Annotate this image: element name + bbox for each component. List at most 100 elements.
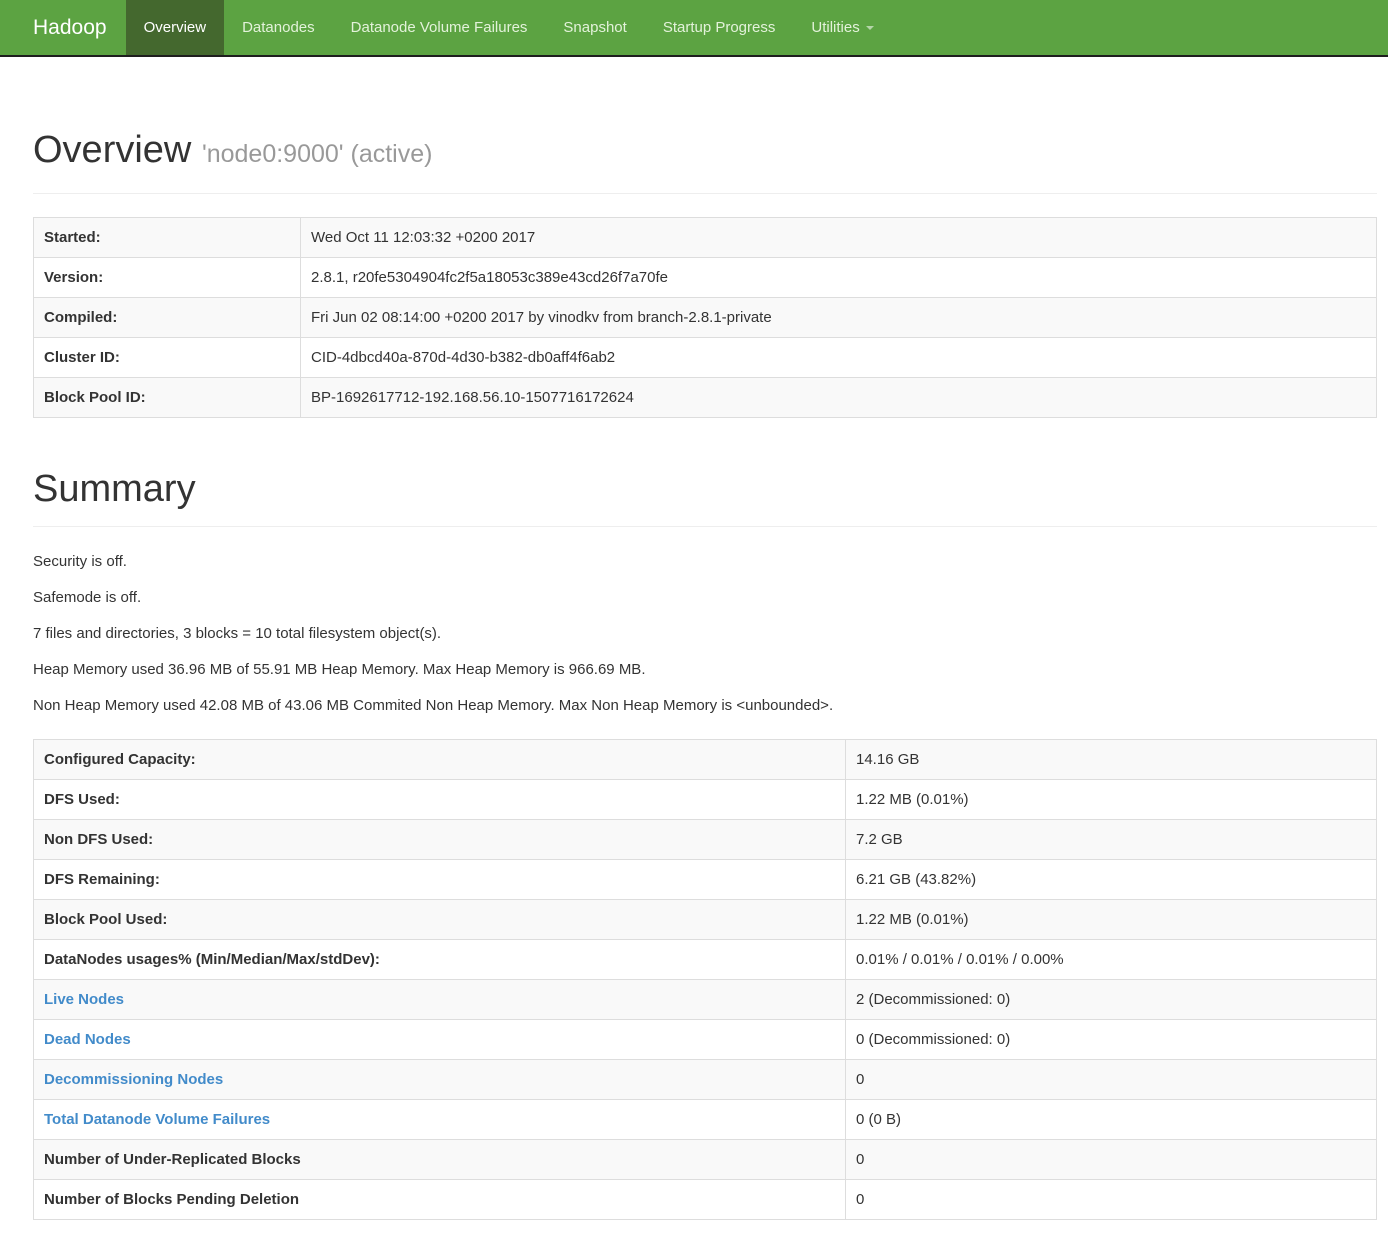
summary-link[interactable]: Live Nodes [44,991,124,1008]
summary-title: Summary [33,466,1377,512]
row-value: 0 [856,1191,864,1208]
brand-logo[interactable]: Hadoop [18,0,122,55]
table-row: Configured Capacity: 14.16 GB [34,740,1377,780]
row-value-cell: 0 (0 B) [846,1100,1377,1140]
nav-item[interactable]: Overview [126,0,225,55]
table-row: Cluster ID: CID-4dbcd40a-870d-4d30-b382-… [34,338,1377,378]
row-label: Version: [44,269,103,286]
row-value: 14.16 GB [856,751,919,768]
overview-table: Started: Wed Oct 11 12:03:32 +0200 2017 … [33,217,1377,418]
row-value: Wed Oct 11 12:03:32 +0200 2017 [311,229,535,246]
top-navbar: Hadoop Overview Datanodes Datanode Volum… [0,0,1388,57]
table-row: Block Pool ID: BP-1692617712-192.168.56.… [34,378,1377,418]
page-title: Overview 'node0:9000' (active) [33,127,1377,177]
row-value: CID-4dbcd40a-870d-4d30-b382-db0aff4f6ab2 [311,349,615,366]
summary-paragraph: 7 files and directories, 3 blocks = 10 t… [33,623,1377,644]
table-row: Compiled: Fri Jun 02 08:14:00 +0200 2017… [34,298,1377,338]
nav-item[interactable]: Snapshot [545,0,644,55]
row-value: 1.22 MB (0.01%) [856,911,969,928]
row-value: 2.8.1, r20fe5304904fc2f5a18053c389e43cd2… [311,269,668,286]
row-value: BP-1692617712-192.168.56.10-150771617262… [311,389,634,406]
row-value-cell: CID-4dbcd40a-870d-4d30-b382-db0aff4f6ab2 [301,338,1377,378]
summary-paragraph: Safemode is off. [33,587,1377,608]
row-value-cell: Fri Jun 02 08:14:00 +0200 2017 by vinodk… [301,298,1377,338]
row-value-cell: Wed Oct 11 12:03:32 +0200 2017 [301,218,1377,258]
row-value-cell: BP-1692617712-192.168.56.10-150771617262… [301,378,1377,418]
namenode-address: 'node0:9000' (active) [202,140,433,168]
table-row: DataNodes usages% (Min/Median/Max/stdDev… [34,940,1377,980]
row-label: Compiled: [44,309,117,326]
row-label-cell: Block Pool ID: [34,378,301,418]
summary-paragraph: Non Heap Memory used 42.08 MB of 43.06 M… [33,695,1377,716]
row-value: 1.22 MB (0.01%) [856,791,969,808]
table-row: Total Datanode Volume Failures 0 (0 B) [34,1100,1377,1140]
table-row: DFS Used: 1.22 MB (0.01%) [34,780,1377,820]
table-row: Non DFS Used: 7.2 GB [34,820,1377,860]
nav-item[interactable]: Datanodes [224,0,333,55]
row-label-cell: Version: [34,258,301,298]
row-value: 0.01% / 0.01% / 0.01% / 0.00% [856,951,1064,968]
summary-link[interactable]: Decommissioning Nodes [44,1071,223,1088]
row-label-cell: Decommissioning Nodes [34,1060,846,1100]
nav-item-label: Utilities [811,19,859,36]
row-value: 7.2 GB [856,831,903,848]
row-value-cell: 2.8.1, r20fe5304904fc2f5a18053c389e43cd2… [301,258,1377,298]
row-label: DataNodes usages% (Min/Median/Max/stdDev… [44,951,380,968]
table-row: Block Pool Used: 1.22 MB (0.01%) [34,900,1377,940]
row-label: Cluster ID: [44,349,120,366]
row-label: Non DFS Used: [44,831,153,848]
summary-paragraph: Heap Memory used 36.96 MB of 55.91 MB He… [33,659,1377,680]
row-value: 2 (Decommissioned: 0) [856,991,1010,1008]
row-label-cell: Total Datanode Volume Failures [34,1100,846,1140]
nav-item[interactable]: Startup Progress [645,0,794,55]
row-value: Fri Jun 02 08:14:00 +0200 2017 by vinodk… [311,309,772,326]
row-label-cell: Number of Under-Replicated Blocks [34,1140,846,1180]
nav-item-label: Startup Progress [663,19,776,36]
row-label-cell: Dead Nodes [34,1020,846,1060]
nav-menu: Overview Datanodes Datanode Volume Failu… [126,0,892,55]
row-value-cell: 7.2 GB [846,820,1377,860]
main-content: Overview 'node0:9000' (active) Started: … [0,127,1388,1220]
row-value-cell: 14.16 GB [846,740,1377,780]
nav-item-label: Datanode Volume Failures [351,19,528,36]
nav-item-label: Datanodes [242,19,315,36]
summary-link[interactable]: Total Datanode Volume Failures [44,1111,270,1128]
table-row: Decommissioning Nodes 0 [34,1060,1377,1100]
row-label-cell: DFS Remaining: [34,860,846,900]
row-value-cell: 0 [846,1060,1377,1100]
table-row: Number of Under-Replicated Blocks 0 [34,1140,1377,1180]
table-row: Started: Wed Oct 11 12:03:32 +0200 2017 [34,218,1377,258]
overview-header: Overview 'node0:9000' (active) [33,127,1377,194]
row-label-cell: Live Nodes [34,980,846,1020]
row-value: 0 (0 B) [856,1111,901,1128]
row-label-cell: Block Pool Used: [34,900,846,940]
table-row: Dead Nodes 0 (Decommissioned: 0) [34,1020,1377,1060]
row-label: Started: [44,229,101,246]
nav-item-label: Overview [144,19,207,36]
row-label: Configured Capacity: [44,751,196,768]
summary-table: Configured Capacity: 14.16 GB DFS Used: … [33,739,1377,1220]
row-value-cell: 6.21 GB (43.82%) [846,860,1377,900]
row-label-cell: Configured Capacity: [34,740,846,780]
nav-item[interactable]: Datanode Volume Failures [333,0,546,55]
row-value-cell: 0.01% / 0.01% / 0.01% / 0.00% [846,940,1377,980]
table-row: Live Nodes 2 (Decommissioned: 0) [34,980,1377,1020]
row-value-cell: 0 [846,1140,1377,1180]
row-value-cell: 1.22 MB (0.01%) [846,780,1377,820]
table-row: Version: 2.8.1, r20fe5304904fc2f5a18053c… [34,258,1377,298]
summary-link[interactable]: Dead Nodes [44,1031,131,1048]
row-label: Block Pool Used: [44,911,167,928]
table-row: DFS Remaining: 6.21 GB (43.82%) [34,860,1377,900]
row-label-cell: DFS Used: [34,780,846,820]
table-row: Number of Blocks Pending Deletion 0 [34,1180,1377,1220]
row-value: 0 (Decommissioned: 0) [856,1031,1010,1048]
row-label: Number of Under-Replicated Blocks [44,1151,301,1168]
nav-item[interactable]: Utilities [793,0,891,55]
row-label: DFS Used: [44,791,120,808]
row-label-cell: Compiled: [34,298,301,338]
row-label-cell: Started: [34,218,301,258]
summary-status-lines: Security is off.Safemode is off.7 files … [33,551,1377,716]
row-label-cell: Number of Blocks Pending Deletion [34,1180,846,1220]
row-label-cell: Non DFS Used: [34,820,846,860]
row-value-cell: 1.22 MB (0.01%) [846,900,1377,940]
